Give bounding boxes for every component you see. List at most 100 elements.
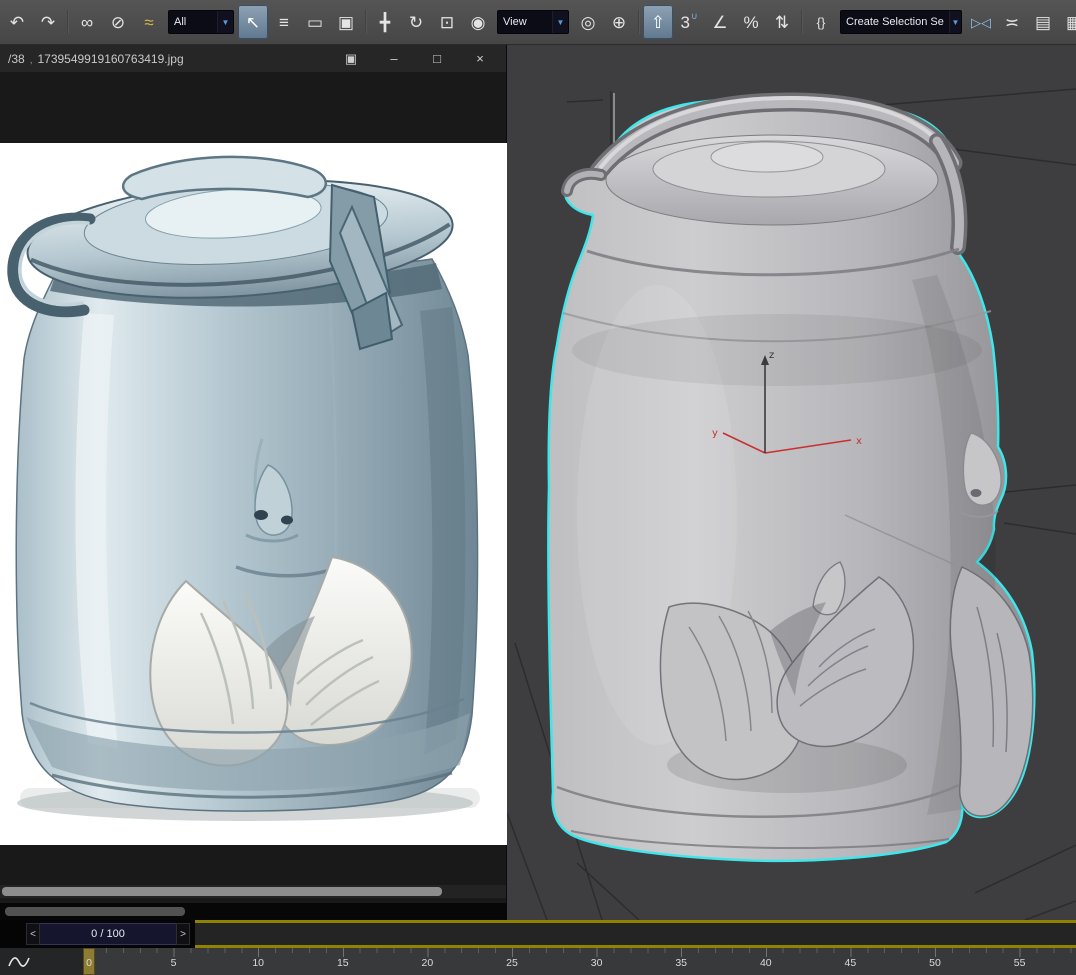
align-button[interactable]: ≍ (997, 5, 1027, 39)
chevron-down-icon: ▼ (552, 11, 568, 33)
spinner-snap-icon: ⇅ (775, 14, 789, 31)
frame-counter-text: 0 / 100 (91, 928, 125, 940)
layers-icon: ▤ (1035, 14, 1051, 31)
rotate-icon: ↻ (409, 14, 423, 31)
space-warp-icon: ≈ (144, 14, 153, 31)
snap-3d-icon: 3 (680, 14, 689, 31)
coordinate-system-value: View (498, 11, 552, 33)
selection-filter-dropdown[interactable]: All ▼ (168, 10, 234, 34)
redo-icon: ↷ (41, 14, 55, 31)
open-mini-curve-editor-button[interactable] (6, 952, 32, 972)
window-crossing-button[interactable]: ▣ (331, 5, 361, 39)
select-and-move-button[interactable]: ╋ (370, 5, 400, 39)
3dsmax-window: ↶ ↷ ∞ ⊘ ≈ All ▼ ↖ ≡ ▭ ▣ ╋ ↻ ⊡ ◉ View ▼ ◎… (0, 0, 1076, 975)
pin-icon: ▣ (345, 51, 357, 67)
tick-label: 40 (760, 957, 772, 969)
unlink-icon: ⊘ (111, 14, 125, 31)
maximize-button[interactable]: □ (423, 48, 451, 70)
bind-to-space-warp-button[interactable]: ≈ (134, 5, 164, 39)
next-frame-button[interactable]: > (176, 923, 190, 945)
select-by-name-button[interactable]: ≡ (269, 5, 299, 39)
shortcut-override-icon: ⇧ (651, 14, 665, 31)
minimize-button[interactable]: – (380, 48, 408, 70)
keyboard-shortcut-override-button[interactable]: ⇧ (643, 5, 673, 39)
curve-icon (8, 954, 30, 970)
reference-photo (0, 143, 507, 845)
link-icon: ∞ (81, 14, 93, 31)
tick-label: 20 (422, 957, 434, 969)
select-and-manipulate-button[interactable]: ⊕ (604, 5, 634, 39)
tick-label: 25 (506, 957, 518, 969)
use-pivot-point-center-button[interactable]: ◎ (573, 5, 603, 39)
image-filename: 1739549919160763419.jpg (37, 52, 183, 66)
toolbar-separator (798, 5, 805, 39)
track-bar[interactable]: 0 5 10 15 20 25 30 35 40 45 50 55 (0, 948, 1076, 975)
axis-y-label: y (712, 428, 718, 439)
rectangular-selection-region-button[interactable]: ▭ (300, 5, 330, 39)
mirror-icon: ▷◁ (971, 16, 991, 29)
snaps-toggle-button[interactable]: 3 ∪ (674, 5, 704, 39)
time-slider-row: < 0 / 100 > (0, 920, 1076, 948)
percent-snap-icon: % (743, 14, 758, 31)
layer-explorer-button[interactable]: ▤ (1028, 5, 1058, 39)
unlink-selection-button[interactable]: ⊘ (103, 5, 133, 39)
next-frame-icon: > (180, 929, 186, 940)
select-and-rotate-button[interactable]: ↻ (401, 5, 431, 39)
edit-named-selection-sets-button[interactable]: {} (806, 5, 836, 39)
list-icon: ≡ (279, 14, 289, 31)
mirror-button[interactable]: ▷◁ (966, 5, 996, 39)
tick-label: 10 (252, 957, 264, 969)
perspective-viewport[interactable]: x y z (507, 45, 1076, 920)
select-object-button[interactable]: ↖ (238, 5, 268, 39)
window-controls: ▣ – □ × (337, 48, 494, 70)
tick-label: 15 (337, 957, 349, 969)
time-slider-track[interactable] (195, 920, 1076, 948)
percent-snap-button[interactable]: % (736, 5, 766, 39)
select-cursor-icon: ↖ (246, 14, 260, 31)
undo-button[interactable]: ↶ (2, 5, 32, 39)
reference-coordinate-system-dropdown[interactable]: View ▼ (497, 10, 569, 34)
pin-window-button[interactable]: ▣ (337, 48, 365, 70)
pan-scrollbar-thumb[interactable] (5, 907, 185, 916)
undo-icon: ↶ (10, 14, 24, 31)
milk-can-model[interactable] (548, 98, 1034, 861)
image-horizontal-scrollbar[interactable] (0, 885, 506, 898)
select-and-link-button[interactable]: ∞ (72, 5, 102, 39)
close-button[interactable]: × (466, 48, 494, 70)
axis-z-label: z (769, 350, 774, 361)
window-crossing-icon: ▣ (338, 14, 354, 31)
pan-scrollbar[interactable] (0, 903, 507, 920)
title-mark: , (30, 55, 33, 66)
redo-button[interactable]: ↷ (33, 5, 63, 39)
select-and-scale-button[interactable]: ⊡ (432, 5, 462, 39)
close-icon: × (476, 51, 484, 66)
named-selection-sets-dropdown[interactable]: Create Selection Se ▼ (840, 10, 962, 34)
track-bar-major-ticks (89, 948, 1076, 957)
grid-table-icon: ▦ (1066, 14, 1076, 31)
image-window-titlebar[interactable]: /38 , 1739549919160763419.jpg ▣ – □ × (0, 45, 506, 72)
selection-filter-value: All (169, 11, 217, 33)
spinner-snap-button[interactable]: ⇅ (767, 5, 797, 39)
viewport-canvas: x y z (507, 45, 1076, 920)
axis-x-label: x (856, 436, 862, 447)
named-selection-set-value: Create Selection Se (841, 11, 949, 33)
magnet-icon: ∪ (691, 12, 698, 21)
maximize-icon: □ (433, 51, 441, 66)
manipulate-icon: ⊕ (612, 14, 626, 31)
toolbar-separator (362, 5, 369, 39)
angle-snap-icon: ∠ (712, 14, 727, 31)
track-bar-corner (0, 948, 84, 975)
toolbar-separator (635, 5, 642, 39)
angle-snap-button[interactable]: ∠ (705, 5, 735, 39)
current-frame-display[interactable]: 0 / 100 (40, 923, 176, 945)
scene-explorer-button[interactable]: ▦ (1059, 5, 1076, 39)
reference-image-window[interactable]: /38 , 1739549919160763419.jpg ▣ – □ × (0, 45, 507, 903)
time-slider-handle[interactable]: < 0 / 100 > (26, 923, 190, 945)
previous-frame-icon: < (30, 929, 36, 940)
select-and-place-button[interactable]: ◉ (463, 5, 493, 39)
image-scrollbar-thumb[interactable] (2, 887, 442, 896)
toolbar-separator (64, 5, 71, 39)
previous-frame-button[interactable]: < (26, 923, 40, 945)
move-icon: ╋ (380, 14, 390, 31)
tick-label: 45 (845, 957, 857, 969)
